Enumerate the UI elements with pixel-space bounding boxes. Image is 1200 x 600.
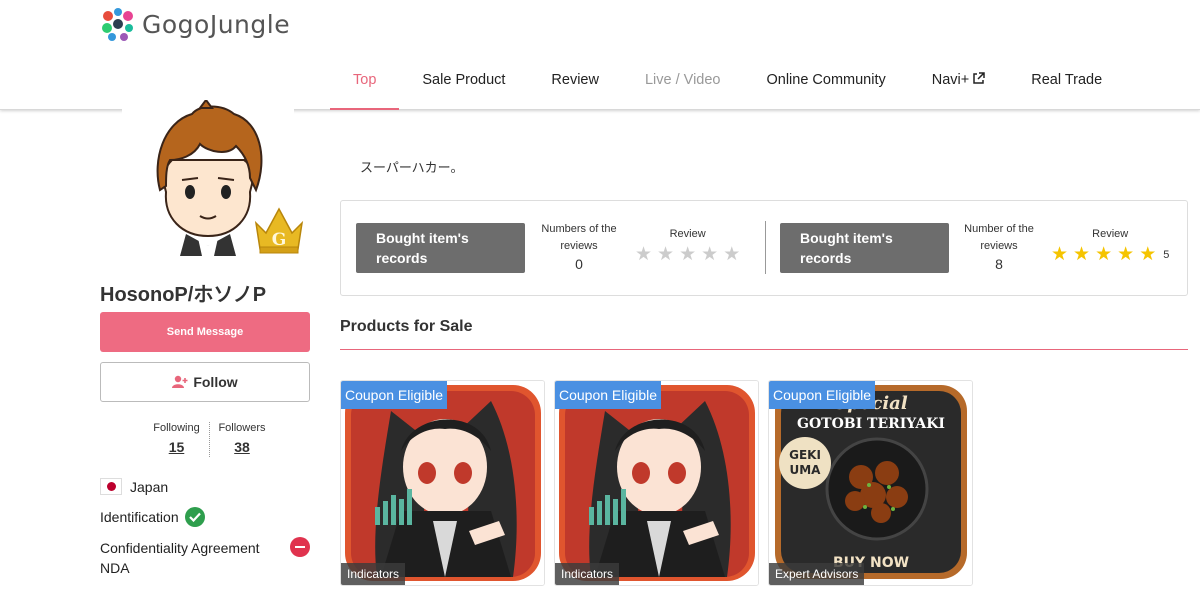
review-label: Review bbox=[1092, 228, 1129, 240]
product-image-text: GOTOBI TERIYAKI bbox=[797, 416, 945, 432]
product-image: Special GOTOBI TERIYAKI GEKI UMA BUY NOW bbox=[769, 381, 972, 585]
coupon-badge: Coupon Eligible bbox=[341, 381, 448, 409]
send-message-button[interactable]: Send Message bbox=[100, 312, 310, 352]
nav-tab-label: Navi+ bbox=[931, 72, 970, 88]
reviews-count: 8 bbox=[995, 256, 1003, 272]
nav-tab-online-community[interactable]: Online Community bbox=[743, 58, 908, 110]
logo-icon bbox=[102, 8, 133, 41]
rating-value: 5 bbox=[1163, 249, 1170, 261]
followers-label: Followers bbox=[218, 422, 266, 434]
category-tag: Expert Advisors bbox=[769, 563, 865, 585]
logo[interactable]: GogoJungle bbox=[100, 6, 290, 42]
svg-text:UMA: UMA bbox=[790, 463, 822, 477]
star-icon: ★ bbox=[723, 244, 741, 265]
identification-status: Identification bbox=[100, 507, 205, 527]
nav-tab-label: Review bbox=[551, 72, 599, 88]
star-rating: ★ ★ ★ ★ ★ bbox=[635, 244, 740, 266]
nav-tab-label: Sale Product bbox=[422, 72, 506, 88]
username: HosonoP/ホソノP bbox=[100, 284, 267, 306]
header: GogoJungle Top Sale Product Review Live … bbox=[0, 0, 1200, 110]
nav-tab-label: Online Community bbox=[766, 72, 886, 88]
followers-count[interactable]: 38 bbox=[234, 439, 250, 455]
category-tag: Indicators bbox=[341, 563, 406, 585]
section-divider bbox=[340, 349, 1188, 350]
check-icon bbox=[184, 507, 205, 527]
japan-flag-icon bbox=[100, 478, 122, 495]
reviews-count-label: Numbers of the reviews bbox=[541, 223, 617, 252]
logo-text: GogoJungle bbox=[142, 9, 291, 39]
product-image bbox=[555, 381, 758, 585]
star-icon: ★ bbox=[1117, 244, 1135, 265]
profile-avatar-card: G bbox=[122, 100, 304, 260]
nav-tab-real-trade[interactable]: Real Trade bbox=[1008, 58, 1125, 110]
divider bbox=[765, 221, 766, 274]
star-rating: ★ ★ ★ ★ ★ 5 bbox=[1051, 244, 1169, 266]
category-tag: Indicators bbox=[555, 563, 620, 585]
country: Japan bbox=[100, 478, 168, 495]
review-rating: Review ★ ★ ★ ★ ★ bbox=[635, 228, 740, 266]
add-user-icon bbox=[172, 375, 188, 388]
star-icon: ★ bbox=[679, 244, 697, 265]
star-icon: ★ bbox=[1095, 244, 1113, 265]
section-title: Products for Sale bbox=[340, 318, 473, 335]
svg-text:GEKI: GEKI bbox=[789, 448, 821, 462]
reviews-count-stat: Number of the reviews 8 bbox=[955, 221, 1043, 273]
review-label: Review bbox=[669, 228, 706, 240]
nav-tab-top[interactable]: Top bbox=[330, 58, 400, 110]
product-card[interactable]: Coupon Eligible Indicators bbox=[340, 380, 545, 586]
follow-label: Follow bbox=[193, 374, 238, 390]
nav-tab-live-video[interactable]: Live / Video bbox=[622, 58, 744, 110]
nav-tab-label: Live / Video bbox=[644, 72, 721, 88]
profile-bio: スーパーハカー。 bbox=[360, 160, 464, 175]
identification-label: Identification bbox=[100, 509, 179, 525]
gold-rank-crown-icon: G bbox=[254, 207, 304, 254]
country-name: Japan bbox=[130, 478, 169, 495]
product-card[interactable]: Coupon Eligible Indicators bbox=[554, 380, 759, 586]
product-card[interactable]: Special GOTOBI TERIYAKI GEKI UMA BUY NOW… bbox=[768, 380, 973, 586]
review-rating: Review ★ ★ ★ ★ ★ 5 bbox=[1051, 228, 1169, 266]
reviews-count-label: Number of the reviews bbox=[964, 223, 1034, 252]
nav-tab-label: Top bbox=[353, 72, 377, 88]
star-icon: ★ bbox=[635, 244, 653, 265]
star-icon: ★ bbox=[657, 244, 675, 265]
star-icon: ★ bbox=[1051, 244, 1069, 265]
nda-label: Confidentiality Agreement NDA bbox=[100, 540, 260, 576]
main-nav: Top Sale Product Review Live / Video Onl… bbox=[330, 58, 1125, 110]
star-icon: ★ bbox=[1139, 244, 1157, 265]
nav-tab-sale-product[interactable]: Sale Product bbox=[399, 58, 528, 110]
external-link-icon bbox=[973, 72, 985, 84]
bought-records-button[interactable]: Bought item's records bbox=[356, 223, 525, 273]
followers-stat: Followers 38 bbox=[209, 422, 274, 457]
following-stat: Following 15 bbox=[144, 422, 209, 457]
not-signed-icon bbox=[290, 537, 310, 557]
follow-button[interactable]: Follow bbox=[100, 362, 310, 402]
reviews-count: 0 bbox=[575, 256, 583, 272]
send-message-label: Send Message bbox=[166, 326, 244, 338]
following-label: Following bbox=[153, 422, 200, 434]
reviews-count-stat: Numbers of the reviews 0 bbox=[535, 221, 623, 273]
product-image bbox=[341, 381, 544, 585]
star-icon: ★ bbox=[701, 244, 719, 265]
follow-stats: Following 15 Followers 38 bbox=[144, 422, 274, 457]
coupon-badge: Coupon Eligible bbox=[555, 381, 662, 409]
bought-records-button[interactable]: Bought item's records bbox=[780, 223, 949, 273]
nav-tab-review[interactable]: Review bbox=[528, 58, 622, 110]
coupon-badge: Coupon Eligible bbox=[769, 381, 876, 409]
star-icon: ★ bbox=[1073, 244, 1091, 265]
following-count[interactable]: 15 bbox=[169, 439, 185, 455]
nav-tab-navi-plus[interactable]: Navi+ bbox=[909, 58, 1008, 110]
crown-letter: G bbox=[272, 230, 287, 250]
records-panel: Bought item's records Numbers of the rev… bbox=[340, 200, 1188, 296]
nav-tab-label: Real Trade bbox=[1031, 72, 1103, 88]
